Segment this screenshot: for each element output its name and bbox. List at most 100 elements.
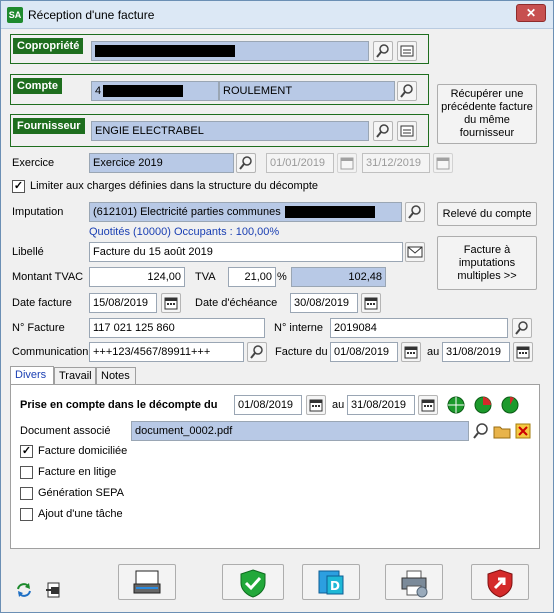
facture-au-calendar-button[interactable] [513, 342, 533, 362]
calendar-disabled-button [337, 153, 357, 173]
imputations-multiples-button[interactable]: Facture à imputations multiples >> [437, 236, 537, 290]
tva-field[interactable]: 21,00 [228, 267, 276, 287]
card-icon [400, 45, 414, 57]
facture-au-field[interactable]: 31/08/2019 [442, 342, 510, 362]
fournisseur-search-button[interactable] [373, 121, 393, 141]
fournisseur-group: Fournisseur ENGIE ELECTRABEL [10, 114, 429, 147]
copropriete-label: Copropriété [13, 38, 84, 54]
window-title: Réception d'une facture [28, 8, 155, 22]
limiter-label: Limiter aux charges définies dans la str… [30, 180, 318, 192]
echeance-label: Date d'échéance [195, 297, 278, 309]
folder-icon[interactable] [493, 422, 511, 440]
delete-document-icon[interactable] [514, 422, 532, 440]
envelope-icon [407, 246, 423, 258]
invoice-window: SA Réception d'une facture ✕ Copropriété… [0, 0, 554, 613]
date-facture-label: Date facture [12, 297, 72, 309]
compte-search-button[interactable] [397, 81, 417, 101]
envelope-button[interactable] [405, 242, 425, 262]
compte-prefix: 4 [95, 85, 102, 97]
search-icon [515, 321, 528, 335]
search-icon [376, 44, 389, 58]
generation-sepa-label: Génération SEPA [38, 487, 125, 499]
pie-full-icon[interactable] [447, 396, 465, 414]
tva-label: TVA [195, 271, 216, 283]
refresh-icon[interactable] [15, 581, 33, 599]
pie-small-icon[interactable] [501, 396, 519, 414]
imputation-label: Imputation [12, 206, 64, 218]
exercice-date-from: 01/01/2019 [266, 153, 334, 173]
tab-notes[interactable]: Notes [96, 367, 136, 385]
date-facture-calendar-button[interactable] [161, 293, 181, 313]
copropriete-field[interactable] [91, 41, 369, 61]
facture-domiciliee-checkbox[interactable]: ✓ [20, 445, 33, 458]
releve-compte-button[interactable]: Relevé du compte [437, 202, 537, 226]
imputation-field[interactable]: (612101) Electricité parties communes [89, 202, 402, 222]
search-icon [408, 205, 421, 219]
close-button[interactable]: ✕ [516, 4, 546, 22]
cancel-button[interactable] [471, 564, 529, 600]
scan-button[interactable] [118, 564, 176, 600]
date-facture-field[interactable]: 15/08/2019 [89, 293, 157, 313]
divers-panel: Prise en compte dans le décompte du 01/0… [10, 384, 540, 549]
exercice-field[interactable]: Exercice 2019 [89, 153, 234, 173]
facture-du-field[interactable]: 01/08/2019 [330, 342, 398, 362]
numero-interne-label: N° interne [274, 322, 324, 334]
facture-litige-checkbox[interactable] [20, 466, 33, 479]
montant-field[interactable]: 124,00 [89, 267, 185, 287]
recuperer-facture-button[interactable]: Récupérer une précédente facture du même… [437, 84, 537, 144]
prise-from-field[interactable]: 01/08/2019 [234, 395, 302, 415]
fournisseur-label: Fournisseur [13, 118, 85, 134]
limiter-checkbox[interactable]: ✓ [12, 180, 25, 193]
app-logo-icon: SA [7, 7, 23, 23]
tab-divers[interactable]: Divers [10, 366, 54, 386]
title-bar: SA Réception d'une facture ✕ [1, 1, 553, 29]
prise-from-calendar-button[interactable] [306, 395, 326, 415]
communication-field[interactable]: +++123/4567/89911+++ [89, 342, 244, 362]
facture-du-calendar-button[interactable] [401, 342, 421, 362]
redacted-value [284, 206, 375, 219]
copropriete-search-button[interactable] [373, 41, 393, 61]
copropriete-group: Copropriété [10, 34, 429, 64]
copropriete-detail-button[interactable] [397, 41, 417, 61]
document-d-button[interactable]: D [302, 564, 360, 600]
fournisseur-field[interactable]: ENGIE ELECTRABEL [91, 121, 369, 141]
calendar-icon [364, 297, 378, 310]
facture-litige-label: Facture en litige [38, 466, 117, 478]
scanner-icon [133, 570, 161, 594]
ajout-tache-checkbox[interactable] [20, 508, 33, 521]
libelle-label: Libellé [12, 246, 44, 258]
prise-to-calendar-button[interactable] [418, 395, 438, 415]
echeance-field[interactable]: 30/08/2019 [290, 293, 358, 313]
tab-travail[interactable]: Travail [54, 367, 96, 385]
search-icon [376, 124, 389, 138]
numero-interne-field[interactable]: 2019084 [330, 318, 508, 338]
svg-text:D: D [330, 579, 340, 593]
libelle-field[interactable]: Facture du 15 août 2019 [89, 242, 403, 262]
search-icon[interactable] [472, 422, 490, 440]
ajout-tache-label: Ajout d'une tâche [38, 508, 123, 520]
generation-sepa-checkbox[interactable] [20, 487, 33, 500]
montant-label: Montant TVAC [12, 271, 84, 283]
pie-partial-icon[interactable] [474, 396, 492, 414]
numero-facture-field[interactable]: 117 021 125 860 [89, 318, 265, 338]
communication-label: Communication [12, 346, 89, 358]
export-icon[interactable] [45, 581, 63, 599]
prise-to-field[interactable]: 31/08/2019 [347, 395, 415, 415]
d-document-icon: D [318, 570, 344, 595]
validate-button[interactable] [222, 564, 284, 600]
document-associe-field[interactable]: document_0002.pdf [131, 421, 469, 441]
card-icon [400, 125, 414, 137]
exercice-search-button[interactable] [236, 153, 256, 173]
echeance-calendar-button[interactable] [361, 293, 381, 313]
calendar-icon [340, 157, 354, 170]
imputation-search-button[interactable] [405, 202, 425, 222]
compte-roulement-field[interactable]: ROULEMENT [219, 81, 395, 101]
redacted-value [95, 45, 235, 58]
compte-number-field[interactable]: 4 [91, 81, 219, 101]
numero-interne-search-button[interactable] [512, 318, 532, 338]
tva-unit: % [277, 271, 287, 283]
print-button[interactable] [385, 564, 443, 600]
calendar-icon [516, 346, 530, 359]
fournisseur-detail-button[interactable] [397, 121, 417, 141]
communication-search-button[interactable] [247, 342, 267, 362]
